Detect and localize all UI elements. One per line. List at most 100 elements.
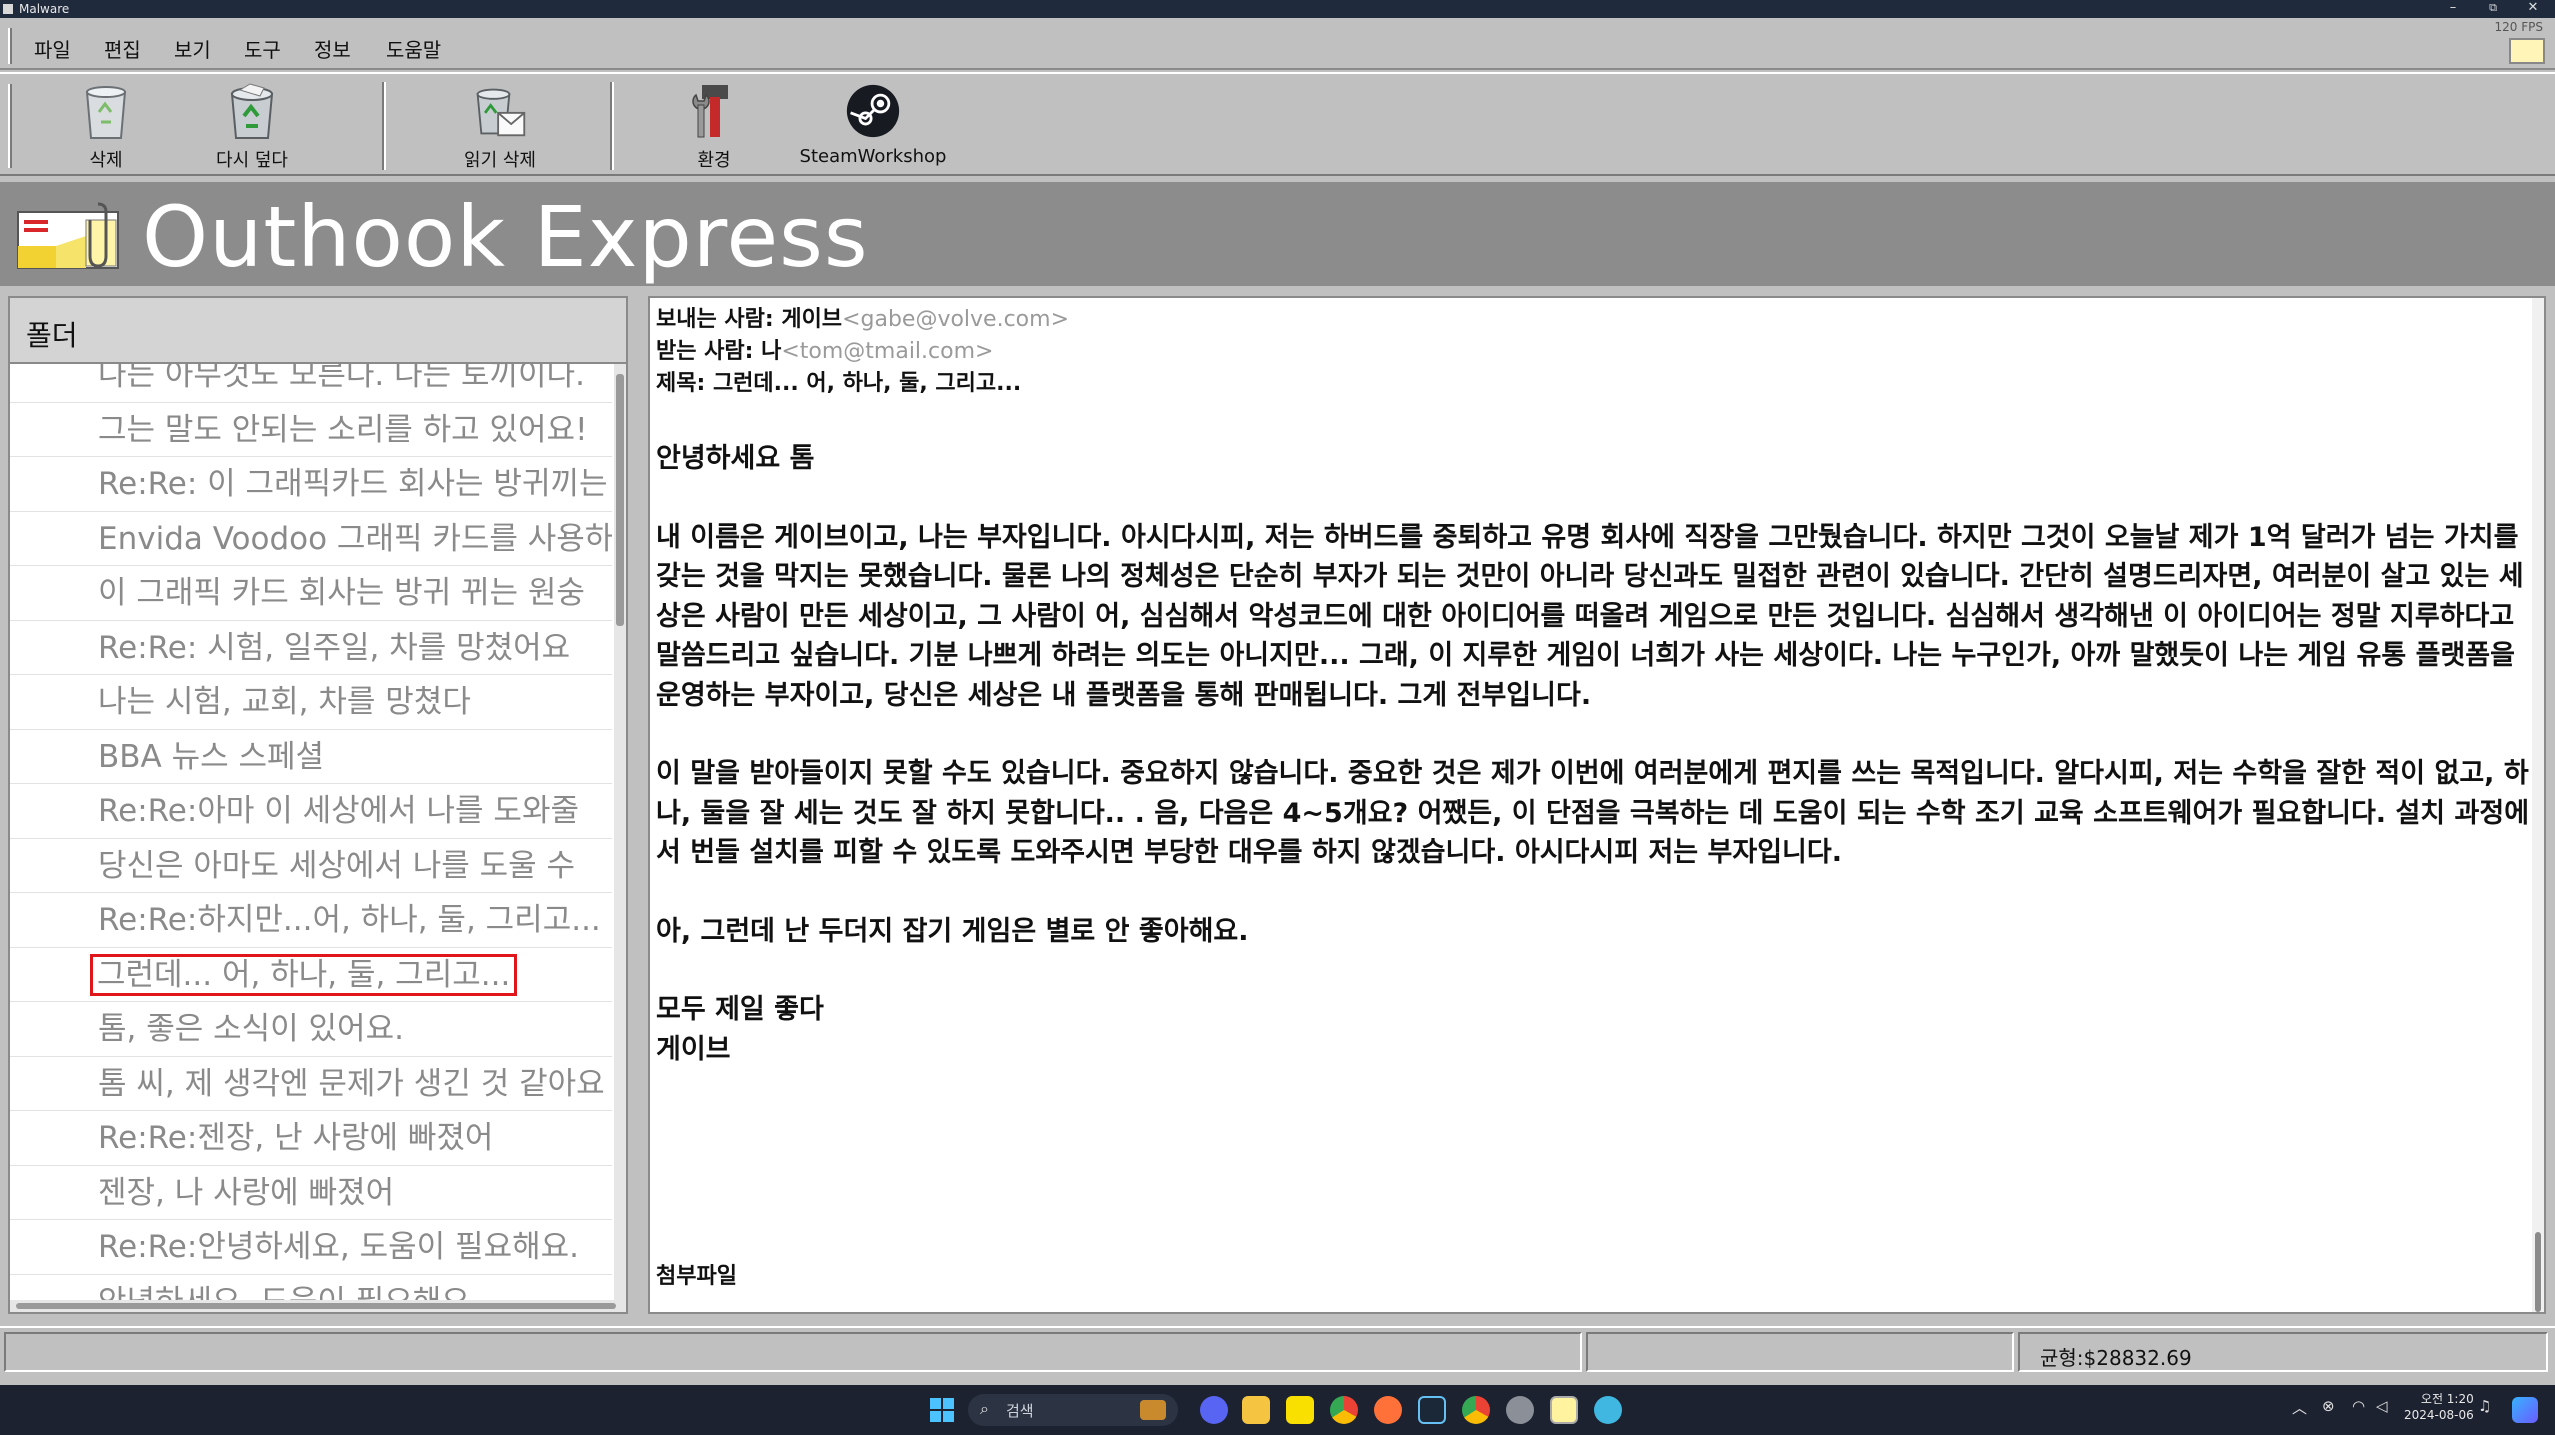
steam-taskbar-icon[interactable] (1418, 1396, 1446, 1424)
title-bar: Malware – ⧉ ✕ (0, 0, 2555, 18)
mail-list-item[interactable]: 그는 말도 안되는 소리를 하고 있어요! (10, 403, 612, 457)
start-icon[interactable] (928, 1396, 956, 1424)
fps-counter: 120 FPS (2494, 20, 2543, 34)
recycle-bin-full-icon (224, 80, 280, 142)
message-content: 보내는 사람: 게이브<gabe@volve.com> 받는 사람: 나<tom… (656, 304, 2536, 1069)
mail-list-item[interactable]: Re:Re:하지만...어, 하나, 둘, 그리고... (10, 893, 612, 948)
mail-list-item[interactable]: 나는 아무것도 모른다. 나는 토끼이다. (10, 364, 612, 403)
volume-icon[interactable]: ◁ (2376, 1397, 2388, 1415)
subject-text: 그런데... 어, 하나, 둘, 그리고... (712, 371, 1022, 396)
message-greeting: 안녕하세요 톰 (656, 443, 815, 474)
toolbar-grip (8, 84, 12, 168)
folder-pane: 폴더 나는 아무것도 모른다. 나는 토끼이다. 그는 말도 안되는 소리를 하고… (8, 296, 628, 1314)
mail-list-item-selected[interactable]: 그런데... 어, 하나, 둘, 그리고... (10, 948, 612, 1002)
from-name: 게이브 (781, 307, 843, 332)
mail-list-scrollbar[interactable] (614, 364, 626, 1304)
mail-list-hscroll-thumb[interactable] (16, 1303, 616, 1309)
search-highlight-icon (1140, 1400, 1166, 1420)
mail-list-item[interactable]: 톰 씨, 제 생각엔 문제가 생긴 것 같아요 (10, 1057, 612, 1111)
mail-list-item-label: 나는 시험, 교회, 차를 망쳤다 (98, 684, 471, 720)
message-scroll-thumb[interactable] (2535, 1232, 2541, 1312)
mail-status-icon (2509, 38, 2545, 64)
mail-list-item[interactable]: 젠장, 나 사랑에 빠졌어 (10, 1166, 612, 1220)
discord-icon[interactable] (1200, 1396, 1228, 1424)
close-button[interactable]: ✕ (2513, 0, 2553, 18)
folder-header-label: 폴더 (26, 319, 78, 352)
steam-icon (845, 80, 901, 142)
message-pane: 보내는 사람: 게이브<gabe@volve.com> 받는 사람: 나<tom… (648, 296, 2546, 1314)
mail-list-item[interactable]: 이 그래픽 카드 회사는 방귀 뀌는 원숭 (10, 566, 612, 621)
outhook-logo-icon (16, 202, 122, 272)
settings-button[interactable]: 환경 (644, 80, 784, 174)
mail-list-hscrollbar[interactable] (10, 1300, 626, 1312)
steam-workshop-button[interactable]: SteamWorkshop (798, 80, 948, 174)
mail-list-item-label: 이 그래픽 카드 회사는 방귀 뀌는 원숭 (98, 575, 585, 611)
to-name: 나 (761, 339, 782, 364)
menu-help[interactable]: 도움말 (386, 34, 441, 63)
menu-tools[interactable]: 도구 (244, 34, 281, 63)
mail-list-item-label: 젠장, 나 사랑에 빠졌어 (98, 1174, 395, 1211)
mail-list-item[interactable]: 톰, 좋은 소식이 있어요. (10, 1002, 612, 1057)
mail-list-items: 나는 아무것도 모른다. 나는 토끼이다. 그는 말도 안되는 소리를 하고 있어… (10, 364, 612, 1304)
toolbar-separator (382, 82, 386, 170)
delete-button[interactable]: 삭제 (36, 80, 176, 174)
restore-mail-button[interactable]: 다시 덮다 (182, 80, 322, 174)
mail-list-item[interactable]: 나는 시험, 교회, 차를 망쳤다 (10, 675, 612, 730)
taskbar-clock[interactable]: 오전 1:20 2024-08-06 (2404, 1391, 2474, 1423)
mail-list-item[interactable]: BBA 뉴스 스페셜 (10, 730, 612, 784)
mail-list-item[interactable]: Re:Re: 시험, 일주일, 차를 망쳤어요 (10, 621, 612, 675)
menu-view[interactable]: 보기 (174, 34, 211, 63)
restore-button[interactable]: ⧉ (2473, 0, 2513, 18)
kakaotalk-icon[interactable] (1286, 1396, 1314, 1424)
settings-gear-icon[interactable] (1506, 1396, 1534, 1424)
menu-bar: 파일 편집 보기 도구 정보 도움말 120 FPS (0, 18, 2555, 70)
app-banner: Outhook Express (0, 182, 2555, 286)
menu-info[interactable]: 정보 (314, 34, 351, 63)
to-label: 받는 사람: (656, 339, 762, 364)
mail-list-item-label: Re:Re: 이 그래픽카드 회사는 방귀끼는 (98, 466, 608, 502)
mail-list-item[interactable]: Envida Voodoo 그래픽 카드를 사용하 (10, 512, 612, 566)
mail-list-item-label: Re:Re:젠장, 난 사랑에 빠졌어 (98, 1120, 494, 1156)
firefox-icon[interactable] (1374, 1396, 1402, 1424)
tray-overflow-icon[interactable]: ︿ (2292, 1397, 2307, 1418)
read-delete-button[interactable]: 읽기 삭제 (430, 80, 570, 174)
mail-list-item-label: BBA 뉴스 스페셜 (98, 738, 325, 775)
taskbar-search[interactable]: ⌕ 검색 (968, 1394, 1178, 1426)
menu-edit[interactable]: 편집 (104, 34, 141, 63)
status-cell-balance: 균형:$28832.69 (2018, 1332, 2548, 1372)
chrome-icon[interactable] (1330, 1396, 1358, 1424)
tray-app-icon[interactable]: ⊗ (2322, 1397, 2335, 1415)
mail-list-item[interactable]: Re:Re: 이 그래픽카드 회사는 방귀끼는 (10, 457, 612, 512)
wifi-icon[interactable]: ◠ (2352, 1397, 2365, 1415)
mail-list-item-label: 톰 씨, 제 생각엔 문제가 생긴 것 같아요 (98, 1065, 605, 1102)
outhook-taskbar-icon[interactable] (1550, 1396, 1578, 1424)
edge-icon[interactable] (1594, 1396, 1622, 1424)
mail-list-item-label: 그는 말도 안되는 소리를 하고 있어요! (98, 411, 588, 448)
file-explorer-icon[interactable] (1242, 1396, 1270, 1424)
restore-label: 다시 덮다 (216, 150, 288, 171)
window-title: Malware (19, 2, 70, 16)
tools-icon (686, 80, 742, 142)
status-cell-main (4, 1332, 1582, 1372)
status-cell-middle (1586, 1332, 2014, 1372)
chrome-profile-icon[interactable] (1462, 1396, 1490, 1424)
mail-list-item[interactable]: 당신은 아마도 세상에서 나를 도울 수 (10, 839, 612, 893)
status-bar: 균형:$28832.69 (0, 1326, 2555, 1376)
attachment-label: 첨부파일 (656, 1264, 737, 1289)
mail-list-item-label: Re:Re:안녕하세요, 도움이 필요해요. (98, 1229, 579, 1265)
mail-list-item[interactable]: Re:Re:아마 이 세상에서 나를 도와줄 (10, 784, 612, 839)
mail-list-scroll-thumb[interactable] (616, 374, 624, 626)
settings-label: 환경 (697, 150, 731, 171)
copilot-icon[interactable] (2512, 1397, 2538, 1423)
to-address: <tom@tmail.com> (781, 339, 994, 364)
menu-file[interactable]: 파일 (34, 34, 71, 63)
minimize-button[interactable]: – (2433, 0, 2473, 18)
mail-list-item[interactable]: Re:Re:젠장, 난 사랑에 빠졌어 (10, 1111, 612, 1166)
notification-bell-icon[interactable]: ♫ (2478, 1397, 2491, 1415)
toolbar-separator (610, 82, 614, 170)
mail-list-item[interactable]: Re:Re:안녕하세요, 도움이 필요해요. (10, 1220, 612, 1275)
mail-list-item-label: 당신은 아마도 세상에서 나를 도울 수 (98, 847, 576, 884)
toolbar: 삭제 다시 덮다 읽기 삭제 환경 SteamWorkshop (0, 72, 2555, 176)
message-scrollbar[interactable] (2532, 298, 2544, 1312)
message-paragraph-3: 아, 그런데 난 두더지 잡기 게임은 별로 안 좋아해요. (656, 915, 1249, 947)
